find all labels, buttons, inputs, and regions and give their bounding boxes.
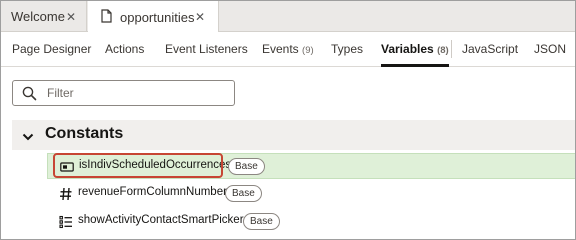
base-badge: Base	[225, 185, 262, 202]
tab-event-listeners[interactable]: Event Listeners	[165, 32, 248, 66]
variable-name: revenueFormColumnNumber	[78, 186, 227, 198]
tab-actions[interactable]: Actions	[105, 32, 144, 66]
tab-variables-label: Variables	[381, 42, 434, 56]
variable-row[interactable]: showActivityContactSmartPicker Base	[47, 209, 575, 235]
tab-welcome-label: Welcome	[11, 9, 65, 24]
variable-row[interactable]: revenueFormColumnNumber Base	[47, 181, 575, 207]
file-icon	[101, 8, 112, 26]
tab-javascript-label: JavaScript	[462, 42, 519, 56]
base-badge: Base	[243, 213, 280, 230]
filter-field[interactable]	[12, 80, 235, 106]
constants-section-header[interactable]: Constants	[12, 120, 575, 150]
close-icon[interactable]: ✕	[66, 10, 76, 24]
tab-javascript[interactable]: JavaScript	[462, 32, 518, 66]
list-icon	[59, 215, 73, 229]
file-tab-bar: Welcome ✕ opportunities ✕	[1, 1, 575, 33]
tab-json[interactable]: JSON	[534, 32, 566, 66]
variable-name: isIndivScheduledOccurrences	[79, 159, 232, 171]
tab-divider	[451, 40, 452, 58]
tab-welcome[interactable]: Welcome ✕	[1, 1, 87, 32]
base-badge: Base	[228, 158, 265, 175]
tab-events[interactable]: Events (9)	[262, 32, 314, 66]
tab-json-label: JSON	[534, 42, 567, 56]
events-count: (9)	[302, 45, 314, 56]
tab-page-designer-label: Page Designer	[12, 42, 92, 56]
number-icon	[59, 187, 73, 201]
filter-input[interactable]	[47, 84, 227, 102]
tab-opportunities[interactable]: opportunities ✕	[88, 1, 219, 33]
tab-variables[interactable]: Variables (8)	[381, 32, 449, 67]
designer-tab-bar: Page Designer Actions Event Listeners Ev…	[1, 32, 575, 67]
variable-row[interactable]: isIndivScheduledOccurrences Base	[47, 153, 575, 179]
tab-page-designer[interactable]: Page Designer	[12, 32, 91, 66]
tab-types[interactable]: Types	[331, 32, 363, 66]
search-icon	[22, 86, 37, 106]
variable-name: showActivityContactSmartPicker	[78, 214, 244, 226]
boolean-icon	[60, 160, 74, 174]
tab-event-listeners-label: Event Listeners	[165, 42, 248, 56]
chevron-down-icon[interactable]	[22, 129, 34, 147]
variables-count: (8)	[437, 45, 449, 56]
tab-actions-label: Actions	[105, 42, 145, 56]
tab-events-label: Events	[262, 42, 299, 56]
close-icon[interactable]: ✕	[195, 10, 205, 24]
tab-types-label: Types	[331, 42, 364, 56]
tab-opportunities-label: opportunities	[120, 9, 195, 25]
app-frame: Welcome ✕ opportunities ✕ Page Designer …	[0, 0, 576, 240]
section-title: Constants	[45, 125, 124, 142]
